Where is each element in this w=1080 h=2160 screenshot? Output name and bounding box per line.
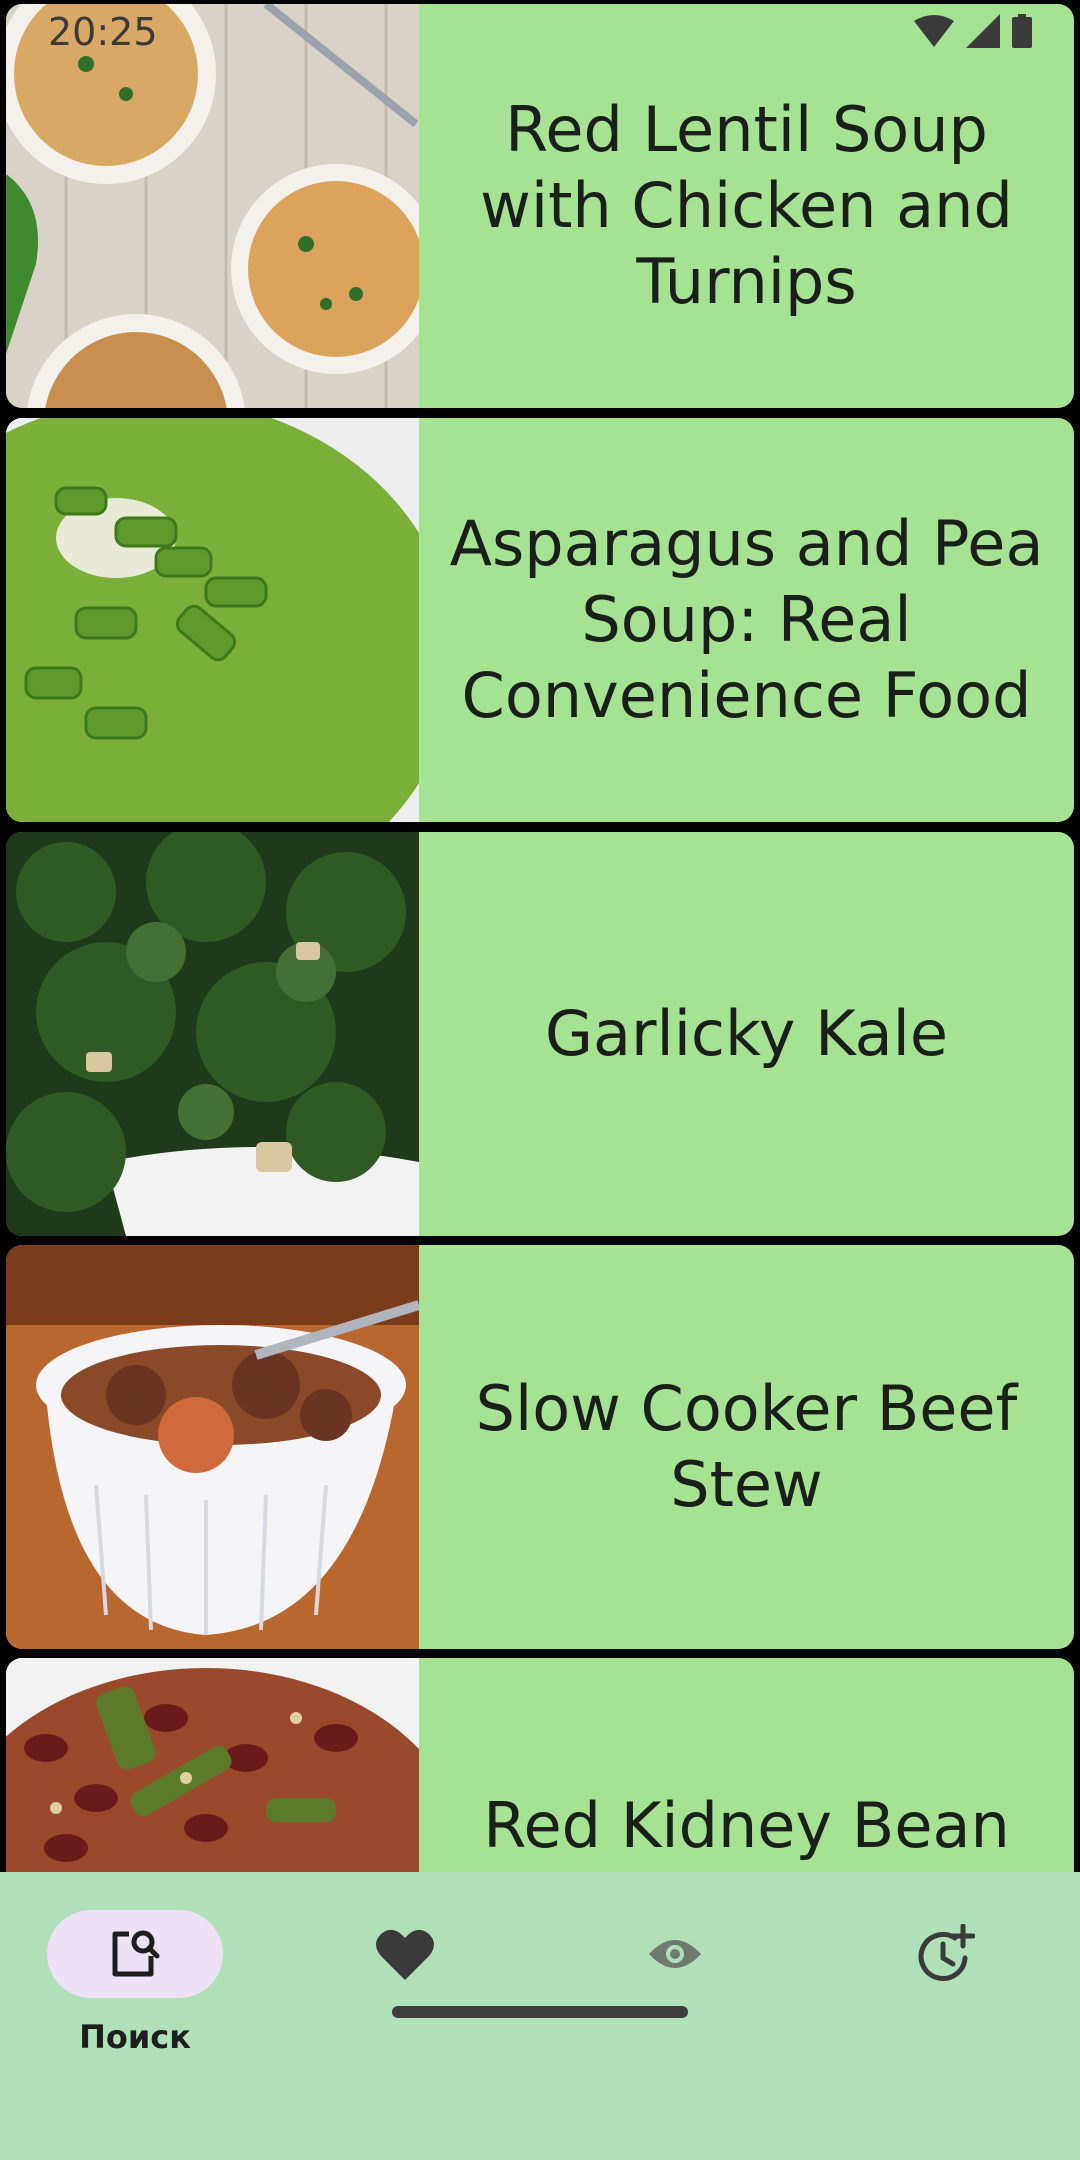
- home-indicator[interactable]: [392, 2006, 688, 2018]
- recipe-card[interactable]: Garlicky Kale: [6, 832, 1074, 1236]
- search-document-icon: [112, 1930, 160, 1977]
- recipe-title: Red Lentil Soup with Chicken and Turnips: [480, 93, 1013, 318]
- recipe-image: [6, 418, 419, 822]
- heart-icon: [376, 1929, 434, 1980]
- recipe-image: [6, 4, 419, 408]
- recipe-card[interactable]: Asparagus and Pea Soup: Real Convenience…: [6, 418, 1074, 822]
- recipe-title: Slow Cooker Beef Stew: [475, 1372, 1018, 1521]
- recipe-list[interactable]: Red Lentil Soup with Chicken and Turnips: [0, 0, 1080, 1872]
- recipe-card[interactable]: Red Kidney Bean: [6, 1658, 1074, 1872]
- recipe-image: [6, 832, 419, 1236]
- nav-item-favorites[interactable]: [270, 1910, 540, 2080]
- recipe-image: [6, 1658, 419, 1872]
- recipe-title: Garlicky Kale: [544, 997, 949, 1070]
- nav-item-cook-later[interactable]: [810, 1910, 1080, 2080]
- clock-plus-icon: [918, 1924, 975, 1981]
- recipe-image: [6, 1245, 419, 1649]
- recipe-card[interactable]: Red Lentil Soup with Chicken and Turnips: [6, 4, 1074, 408]
- recipe-card[interactable]: Slow Cooker Beef Stew: [6, 1245, 1074, 1649]
- nav-item-viewed[interactable]: [540, 1910, 810, 2080]
- nav-label-search: Поиск: [79, 2018, 191, 2056]
- nav-active-indicator[interactable]: [47, 1910, 223, 1998]
- recipe-title: Asparagus and Pea Soup: Real Convenience…: [449, 507, 1044, 732]
- eye-icon: [649, 1940, 701, 1968]
- nav-item-search[interactable]: Поиск: [0, 1910, 270, 2080]
- recipe-title: Red Kidney Bean: [483, 1789, 1010, 1862]
